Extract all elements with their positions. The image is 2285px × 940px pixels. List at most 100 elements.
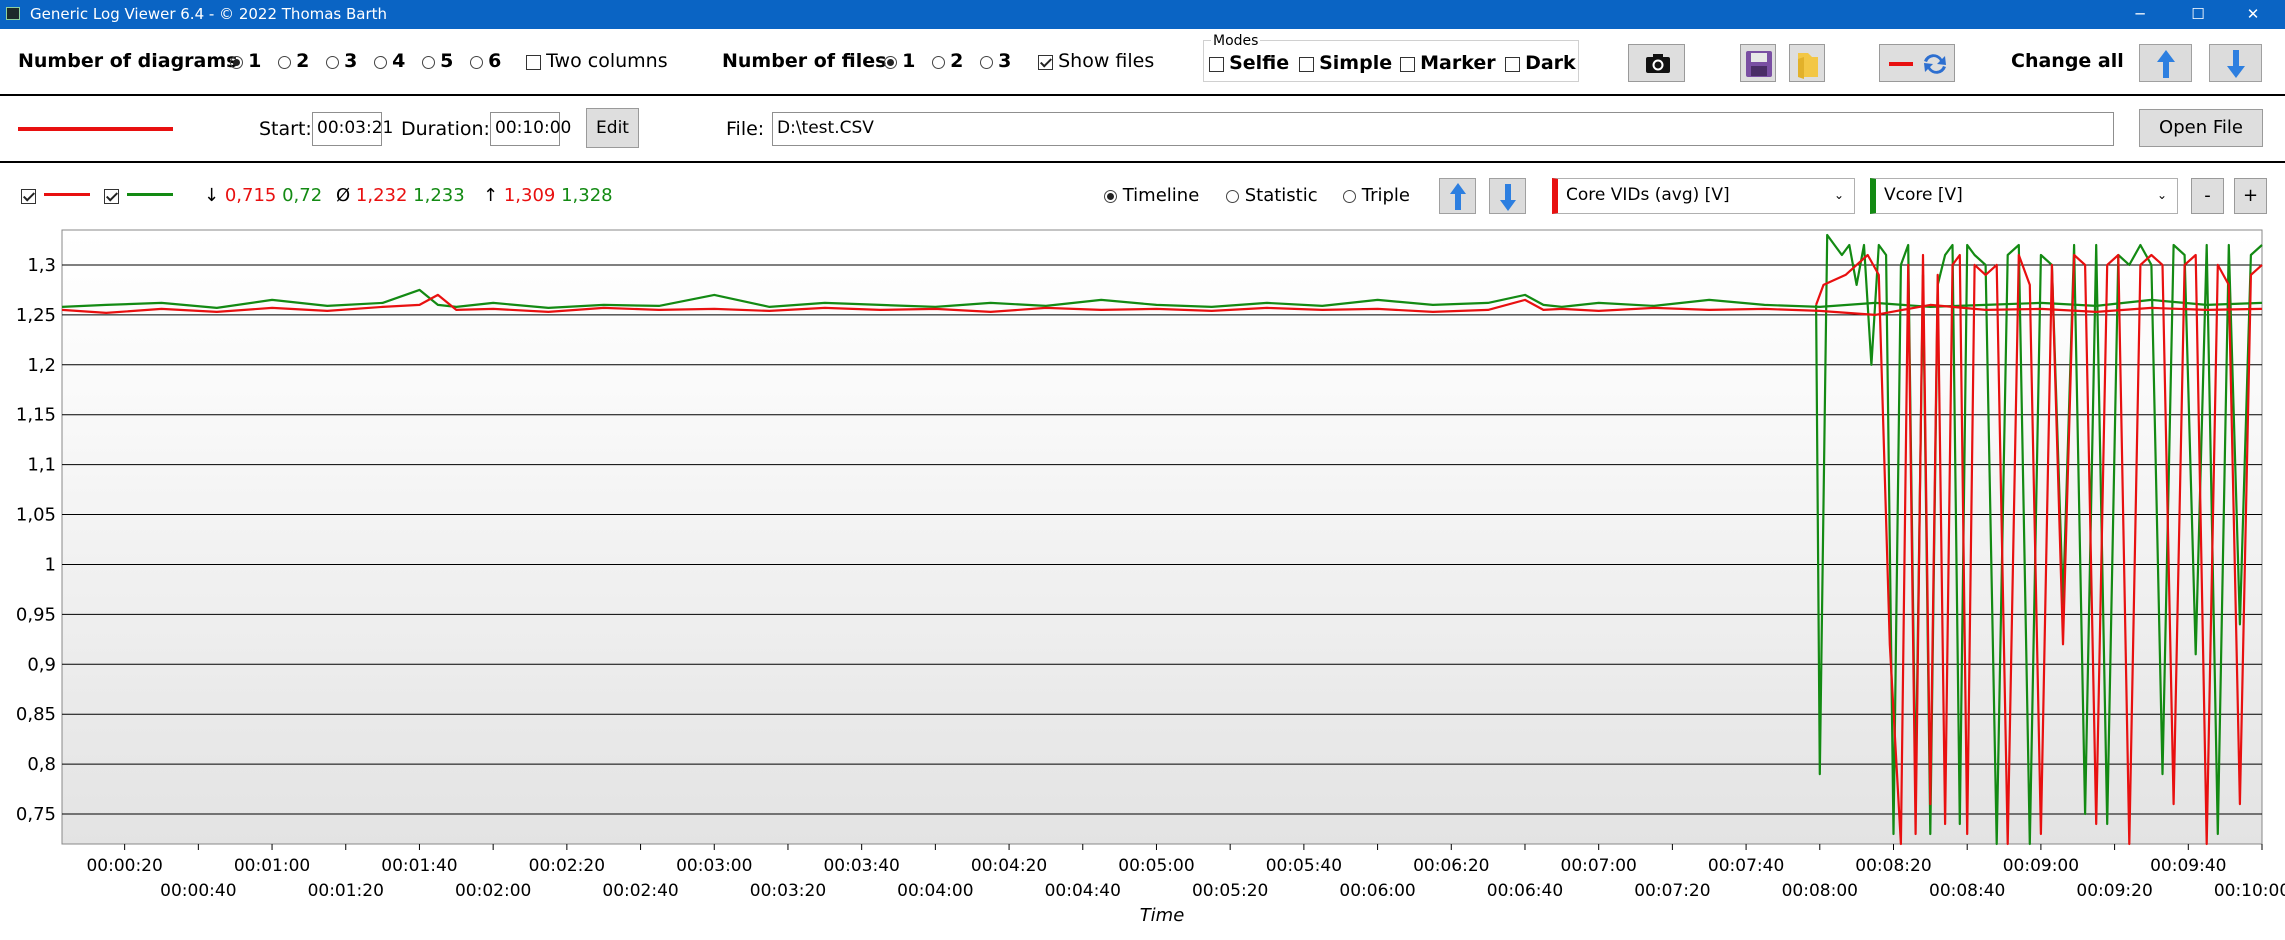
files-label: Number of files (722, 50, 887, 72)
checkbox-icon (1038, 55, 1053, 70)
x-tick-label: 00:04:40 (1045, 881, 1121, 901)
x-tick-label: 00:02:40 (602, 881, 678, 901)
save-icon (1746, 51, 1772, 77)
radio-icon (374, 56, 387, 69)
x-tick-label: 00:01:40 (381, 856, 457, 876)
series1-line-swatch (44, 193, 90, 196)
radio-icon (1226, 189, 1239, 203)
diagram-radio-6[interactable]: 6 (470, 50, 501, 72)
series1-select[interactable]: Core VIDs (avg) [V] ⌄ (1552, 178, 1855, 214)
save-button[interactable] (1740, 44, 1776, 82)
minimize-button[interactable]: ─ (2117, 0, 2163, 28)
checkbox-icon (1209, 57, 1224, 72)
file-radio-3[interactable]: 3 (980, 50, 1011, 72)
duration-label: Duration: (401, 118, 490, 140)
title-bar: Generic Log Viewer 6.4 - © 2022 Thomas B… (0, 0, 2285, 29)
y-tick-label: 0,85 (16, 704, 56, 725)
max-green-value: 1,328 (561, 185, 613, 206)
change-all-down-button[interactable] (2209, 44, 2262, 82)
x-tick-label: 00:04:00 (897, 881, 973, 901)
radio-icon (980, 56, 993, 69)
start-field[interactable]: 00:03:21 (312, 112, 393, 146)
x-tick-label: 00:10:00 (2214, 881, 2285, 901)
mode-dark-checkbox[interactable]: Dark (1505, 52, 1576, 74)
y-tick-label: 1 (45, 554, 56, 575)
x-tick-label: 00:03:20 (750, 881, 826, 901)
file-path-field[interactable]: D:\test.CSV (772, 112, 2114, 146)
y-tick-label: 1,3 (27, 255, 56, 276)
two-columns-checkbox[interactable]: Two columns (526, 50, 668, 72)
show-files-checkbox[interactable]: Show files (1038, 50, 1154, 72)
x-tick-label: 00:01:20 (308, 881, 384, 901)
edit-button[interactable]: Edit (586, 108, 639, 148)
series2-visible-checkbox[interactable] (104, 186, 119, 205)
camera-icon (1646, 54, 1670, 73)
radio-icon (1104, 189, 1117, 203)
triple-radio[interactable]: Triple (1343, 185, 1410, 206)
change-all-up-button[interactable] (2139, 44, 2192, 82)
series2-select-value: Vcore [V] (1884, 185, 1963, 205)
y-tick-label: 0,8 (27, 754, 56, 775)
file-label: File: (726, 118, 765, 140)
diagram-down-button[interactable] (1489, 178, 1526, 214)
arrow-up-icon (2157, 50, 2175, 78)
mode-simple-checkbox[interactable]: Simple (1299, 52, 1392, 74)
timeline-chart[interactable]: 1,3 1,25 1,2 1,15 1,1 1,05 1 0,95 0,9 0,85 0,8 0,75… (0, 225, 2285, 935)
y-tick-label: 1,15 (16, 405, 56, 426)
max-red-value: 1,309 (503, 185, 556, 206)
radio-icon (278, 56, 291, 69)
diagram-radio-5[interactable]: 5 (422, 50, 453, 72)
modes-label: Modes (1211, 33, 1261, 49)
avg-stats: Ø 1,232 1,233 (336, 185, 465, 206)
x-tick-label: 00:09:40 (2150, 856, 2226, 876)
diagram-radio-1[interactable]: 1 (230, 50, 261, 72)
radio-icon (884, 56, 897, 69)
y-tick-label: 1,05 (16, 505, 56, 526)
open-file-button[interactable]: Open File (2139, 109, 2263, 147)
checkbox-icon (526, 55, 541, 70)
window-title: Generic Log Viewer 6.4 - © 2022 Thomas B… (30, 5, 388, 23)
min-green-value: 0,72 (282, 185, 323, 206)
duration-field[interactable]: 00:10:00 (490, 112, 571, 146)
file-radio-1[interactable]: 1 (884, 50, 915, 72)
toolbar-separator (0, 94, 2285, 96)
x-tick-label: 00:00:40 (160, 881, 236, 901)
checkbox-icon (1299, 57, 1314, 72)
diagram-radio-2[interactable]: 2 (278, 50, 309, 72)
x-tick-label: 00:09:20 (2076, 881, 2152, 901)
series2-select[interactable]: Vcore [V] ⌄ (1870, 178, 2178, 214)
diagram-radio-4[interactable]: 4 (374, 50, 405, 72)
zoom-in-button[interactable]: + (2234, 178, 2267, 214)
zoom-out-button[interactable]: - (2191, 178, 2224, 214)
maximize-button[interactable]: ☐ (2175, 0, 2221, 28)
line-swap-button[interactable] (1879, 44, 1955, 82)
x-axis-ticks: 00:00:20 00:01:00 00:01:40 00:02:20 00:03:00… (86, 844, 2285, 901)
avg-symbol: Ø (336, 185, 351, 206)
x-axis-label: Time (1140, 905, 1185, 926)
x-tick-label: 00:08:20 (1855, 856, 1931, 876)
radio-icon (1343, 189, 1356, 203)
x-tick-label: 00:08:00 (1782, 881, 1858, 901)
timeline-radio[interactable]: Timeline (1104, 185, 1199, 206)
diagram-up-button[interactable] (1439, 178, 1476, 214)
x-tick-label: 00:05:40 (1266, 856, 1342, 876)
x-tick-label: 00:09:00 (2003, 856, 2079, 876)
open-folder-button[interactable] (1789, 44, 1825, 82)
mode-selfie-checkbox[interactable]: Selfie (1209, 52, 1289, 74)
statistic-radio[interactable]: Statistic (1226, 185, 1318, 206)
file-radio-2[interactable]: 2 (932, 50, 963, 72)
change-all-label: Change all (2011, 50, 2124, 72)
close-button[interactable]: ✕ (2230, 0, 2276, 28)
min-stats: ↓ 0,715 0,72 (204, 185, 322, 206)
avg-red-value: 1,232 (355, 185, 408, 206)
y-tick-label: 0,95 (16, 604, 56, 625)
mode-marker-checkbox[interactable]: Marker (1400, 52, 1496, 74)
arrow-down-icon (1500, 184, 1516, 211)
avg-green-value: 1,233 (413, 185, 465, 206)
series1-visible-checkbox[interactable] (21, 186, 36, 205)
screenshot-button[interactable] (1628, 44, 1685, 82)
diagram-radio-3[interactable]: 3 (326, 50, 357, 72)
file-series-line[interactable] (18, 127, 173, 131)
x-tick-label: 00:06:00 (1339, 881, 1415, 901)
arrow-up-icon (1450, 183, 1466, 210)
